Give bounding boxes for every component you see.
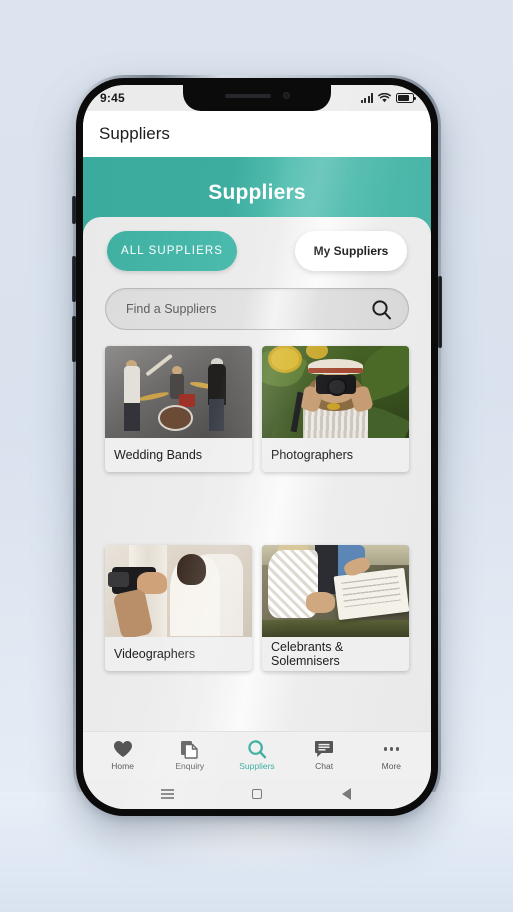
back-triangle-icon[interactable] <box>333 781 359 807</box>
search-section <box>103 288 411 330</box>
power-button[interactable] <box>438 276 442 348</box>
woman-with-camera-in-sunflower-field-photo <box>262 346 409 438</box>
home-square-icon[interactable] <box>244 781 270 807</box>
nav-item-home[interactable]: Home <box>93 740 153 771</box>
category-label: Wedding Bands <box>114 448 203 462</box>
search-icon[interactable] <box>371 299 392 320</box>
search-icon <box>247 740 267 759</box>
category-label: Videographers <box>114 646 196 661</box>
search-input[interactable] <box>126 302 371 316</box>
phone-device-frame: 9:45 Suppliers Suppliers ALL SUPPLIERS M… <box>72 75 442 819</box>
battery-icon <box>396 93 417 103</box>
category-card-celebrants-solemnisers[interactable]: Celebrants & Solemnisers <box>262 544 409 671</box>
category-label: Celebrants & Solemnisers <box>271 639 344 668</box>
device-notch <box>183 85 331 111</box>
nav-label: More <box>381 761 402 771</box>
category-grid: Wedding Bands Photographers Videographer… <box>103 346 411 731</box>
live-band-performing-photo <box>105 346 252 438</box>
front-camera-icon <box>282 92 290 99</box>
android-system-nav <box>83 779 431 809</box>
signal-bars-icon <box>360 93 373 103</box>
nav-item-enquiry[interactable]: Enquiry <box>160 740 220 771</box>
heart-icon <box>113 740 133 758</box>
silent-switch-button[interactable] <box>72 196 76 224</box>
category-card-wedding-bands[interactable]: Wedding Bands <box>105 346 252 472</box>
status-time: 9:45 <box>100 91 125 105</box>
nav-label: Enquiry <box>175 761 205 771</box>
chat-bubble-icon <box>314 740 334 758</box>
category-label: Photographers <box>271 448 354 462</box>
earpiece-speaker <box>224 93 271 98</box>
category-card-photographers[interactable]: Photographers <box>262 346 409 472</box>
nav-label: Chat <box>315 761 334 771</box>
page-title: Suppliers <box>208 181 306 204</box>
more-dots-icon <box>383 740 400 758</box>
content-sheet: ALL SUPPLIERS My Suppliers Find a Suppli… <box>83 217 431 731</box>
wifi-icon <box>378 93 391 103</box>
nav-item-suppliers[interactable]: Suppliers <box>227 740 287 771</box>
recents-menu-icon[interactable] <box>155 781 181 807</box>
supplier-tabs: ALL SUPPLIERS My Suppliers <box>103 231 411 271</box>
nav-item-more[interactable]: More <box>361 740 421 771</box>
category-card-videographers[interactable]: Videographers <box>105 544 252 671</box>
volume-up-button[interactable] <box>72 256 76 302</box>
tab-my-suppliers[interactable]: My Suppliers <box>295 231 407 271</box>
nav-label: Home <box>111 761 134 771</box>
search-bar[interactable] <box>105 288 409 330</box>
app-bar-title: Suppliers <box>99 124 170 143</box>
nav-label: Suppliers <box>239 761 275 771</box>
couple-signing-marriage-register-photo <box>262 544 409 637</box>
volume-down-button[interactable] <box>72 316 76 362</box>
videographer-filming-bride-photo <box>105 544 252 637</box>
documents-icon <box>180 740 199 759</box>
nav-item-chat[interactable]: Chat <box>294 740 354 771</box>
tab-all-suppliers[interactable]: ALL SUPPLIERS <box>107 231 237 271</box>
status-icon-group <box>360 93 417 103</box>
phone-screen: 9:45 Suppliers Suppliers ALL SUPPLIERS M… <box>83 85 431 809</box>
bottom-navigation-bar: Home Enquiry Suppliers Chat More <box>83 731 431 779</box>
app-bar: Suppliers <box>83 111 431 157</box>
